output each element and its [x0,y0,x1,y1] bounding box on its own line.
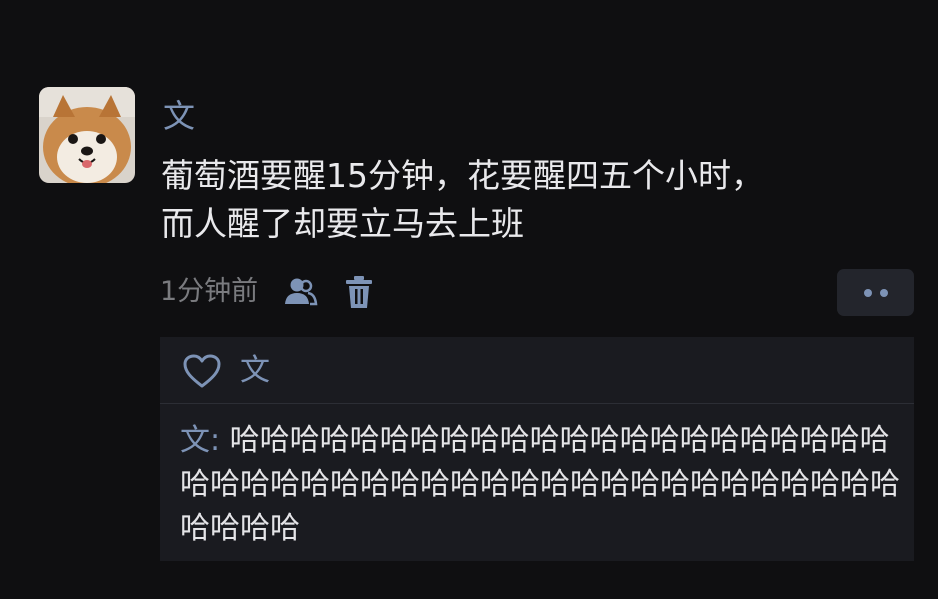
more-dots-icon[interactable] [837,269,914,316]
interaction-panel: 文 文: 哈哈哈哈哈哈哈哈哈哈哈哈哈哈哈哈哈哈哈哈哈哈哈哈哈哈哈哈哈哈哈哈哈哈哈… [160,337,914,561]
comment-separator: : [210,423,230,458]
more-dot [879,288,888,297]
post-meta: 1分钟前 [160,270,374,314]
moments-post: 文 葡萄酒要醒15分钟，花要醒四五个小时， 而人醒了却要立马去上班 1分钟前 文 [0,0,938,599]
more-dot [863,288,872,297]
avatar[interactable] [39,87,135,183]
divider [160,403,914,404]
liker-name[interactable]: 文 [240,351,270,391]
comment-author[interactable]: 文 [180,423,210,458]
trash-icon[interactable] [344,274,374,310]
comment-text: 哈哈哈哈哈哈哈哈哈哈哈哈哈哈哈哈哈哈哈哈哈哈哈哈哈哈哈哈哈哈哈哈哈哈哈哈哈哈哈哈… [180,423,900,546]
post-text: 葡萄酒要醒15分钟，花要醒四五个小时， 而人醒了却要立马去上班 [161,156,764,243]
post-author-name[interactable]: 文 [163,96,195,136]
shiba-dog-avatar-icon [39,87,135,183]
like-row: 文 [182,351,270,391]
comment-item[interactable]: 文: 哈哈哈哈哈哈哈哈哈哈哈哈哈哈哈哈哈哈哈哈哈哈哈哈哈哈哈哈哈哈哈哈哈哈哈哈哈… [180,419,910,551]
people-icon[interactable] [282,274,318,310]
heart-icon[interactable] [182,353,222,389]
post-timestamp: 1分钟前 [160,276,259,307]
